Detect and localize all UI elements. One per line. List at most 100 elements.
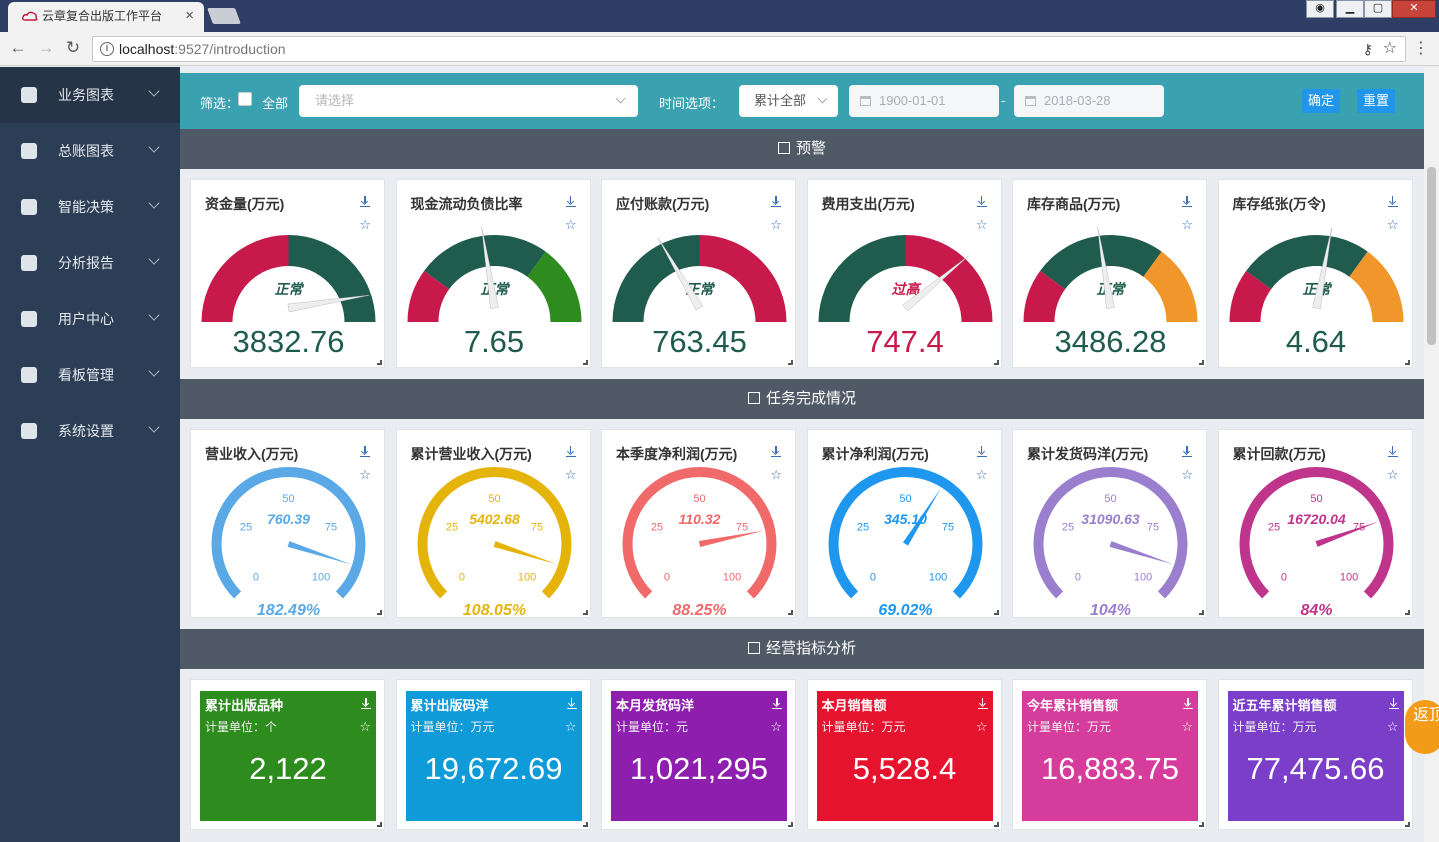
star-icon[interactable]: ☆ [1181, 720, 1193, 733]
confirm-button[interactable]: 确定 [1302, 89, 1341, 113]
resize-handle-icon[interactable] [582, 822, 588, 827]
time-range-select[interactable]: 累计全部 [739, 85, 838, 117]
reload-icon[interactable]: ↻ [63, 38, 83, 58]
calendar-icon [1025, 96, 1036, 106]
maximize-icon[interactable]: ▢ [1364, 0, 1392, 18]
address-bar: ← → ↻ i localhost:9527/introduction ⚷ ☆ … [0, 32, 1439, 66]
info-icon[interactable]: i [100, 42, 114, 56]
resize-handle-icon[interactable] [1199, 822, 1204, 827]
kpi-unit: 计量单位：元 [616, 720, 689, 734]
sidebar-item[interactable]: 看板管理 [0, 347, 180, 403]
download-icon[interactable] [1182, 196, 1192, 207]
resize-handle-icon[interactable] [1404, 822, 1410, 827]
download-icon[interactable] [1387, 196, 1398, 207]
all-label[interactable]: 全部 [262, 93, 288, 112]
kpi-unit: 计量单位：万元 [1232, 720, 1317, 734]
gauge-needle [1109, 541, 1174, 565]
sidebar: 业务图表总账图表智能决策 分析报告 用户中心 看板管理 系统设置 [0, 67, 180, 842]
back-arrow-icon[interactable]: ← [8, 38, 28, 58]
sidebar-item-label: 总账图表 [58, 143, 114, 159]
sidebar-item[interactable]: 总账图表 [0, 123, 180, 179]
download-icon[interactable] [1182, 446, 1192, 457]
resize-handle-icon[interactable] [377, 822, 382, 827]
kpi-unit: 计量单位：万元 [1027, 720, 1112, 734]
download-icon[interactable] [360, 196, 370, 207]
star-icon[interactable]: ☆ [976, 720, 988, 733]
minimize-icon[interactable]: ▁ [1336, 0, 1364, 18]
time-label: 时间选项： [659, 96, 725, 111]
start-date-input[interactable]: 1900-01-01 [849, 85, 999, 117]
resize-handle-icon[interactable] [993, 822, 999, 827]
task-card: 累计净利润(万元) ☆ 0 25 50 75 100 345.10 69.02% [806, 429, 1002, 619]
resize-handle-icon[interactable] [993, 360, 999, 365]
download-icon[interactable] [361, 698, 371, 709]
sidebar-item[interactable]: 用户中心 [0, 291, 180, 347]
chevron-down-icon [615, 93, 626, 104]
browser-tab[interactable]: 云章复合出版工作平台 × [8, 2, 204, 32]
new-tab-button[interactable] [207, 8, 241, 24]
gauge-tick-label: 75 [1147, 521, 1159, 533]
gauge-segment [612, 235, 700, 322]
sidebar-item-label: 业务图表 [58, 87, 114, 103]
gauge-tick-label: 100 [312, 572, 330, 584]
download-icon[interactable] [771, 446, 781, 457]
download-icon[interactable] [977, 698, 988, 709]
resize-handle-icon[interactable] [788, 822, 793, 827]
resize-handle-icon[interactable] [377, 360, 382, 365]
kpi-value: 1,021,295 [630, 751, 768, 786]
resize-handle-icon[interactable] [582, 360, 588, 365]
close-tab-icon[interactable]: × [185, 2, 194, 30]
kpi-unit: 计量单位：个 [205, 720, 278, 734]
end-date-input[interactable]: 2018-03-28 [1014, 85, 1164, 117]
task-gauge: 0255075100345.1069.02% [828, 467, 982, 619]
filter-bar: 筛选： 全部 请选择 时间选项： 累计全部 1900-01-01 - 2018-… [180, 73, 1424, 129]
star-icon[interactable]: ☆ [770, 720, 782, 733]
gauge-percent: 69.02% [878, 602, 932, 619]
warning-card: 库存纸张(万令) ☆ 正常 4.64 [1217, 179, 1413, 368]
url-input[interactable]: i localhost:9527/introduction ⚷ ☆ [92, 36, 1406, 62]
kpi-title: 近五年累计销售额 [1232, 698, 1337, 713]
download-icon[interactable] [1388, 698, 1399, 709]
all-checkbox[interactable] [238, 92, 252, 106]
gauge-tick-label: 100 [1339, 572, 1357, 584]
kpi-title: 今年累计销售额 [1027, 698, 1119, 713]
section-title: 经营指标分析 [765, 640, 856, 657]
download-icon[interactable] [565, 196, 576, 207]
gauge-tick-label: 0 [1075, 572, 1081, 584]
download-icon[interactable] [976, 446, 987, 457]
bookmark-star-icon[interactable]: ☆ [1383, 37, 1397, 61]
resize-handle-icon[interactable] [1199, 360, 1204, 365]
download-icon[interactable] [976, 196, 987, 207]
user-profile-icon[interactable]: ◉ [1306, 0, 1334, 18]
category-select[interactable]: 请选择 [299, 85, 638, 117]
download-icon[interactable] [1387, 446, 1398, 457]
gauge-tick-label: 0 [869, 572, 875, 584]
scrollbar-thumb[interactable] [1427, 167, 1436, 345]
download-icon[interactable] [565, 446, 576, 457]
sidebar-item[interactable]: 智能决策 [0, 179, 180, 235]
download-icon[interactable] [771, 196, 781, 207]
gauge-segment [905, 235, 992, 322]
back-to-top-button[interactable]: 返顶 [1405, 700, 1439, 754]
download-icon[interactable] [772, 698, 782, 709]
reset-button[interactable]: 重置 [1357, 89, 1396, 113]
download-icon[interactable] [1183, 698, 1193, 709]
kpi-title: 本月发货码洋 [616, 698, 695, 713]
gauge-tick-label: 0 [253, 572, 259, 584]
resize-handle-icon[interactable] [1404, 360, 1410, 365]
star-icon[interactable]: ☆ [565, 720, 577, 733]
warning-gauge: 正常 [407, 226, 581, 322]
download-icon[interactable] [566, 698, 577, 709]
star-icon[interactable]: ☆ [359, 720, 371, 733]
key-icon[interactable]: ⚷ [1363, 37, 1373, 61]
resize-handle-icon[interactable] [788, 360, 793, 365]
sidebar-item[interactable]: 系统设置 [0, 403, 180, 459]
forward-arrow-icon[interactable]: → [36, 38, 56, 58]
browser-menu-icon[interactable]: ⋮ [1413, 38, 1429, 58]
window-close-icon[interactable]: ✕ [1392, 0, 1436, 18]
browser-tab-title: 云章复合出版工作平台 [42, 9, 163, 23]
star-icon[interactable]: ☆ [1387, 720, 1399, 733]
sidebar-item[interactable]: 业务图表 [0, 67, 180, 123]
download-icon[interactable] [360, 446, 370, 457]
sidebar-item[interactable]: 分析报告 [0, 235, 180, 291]
